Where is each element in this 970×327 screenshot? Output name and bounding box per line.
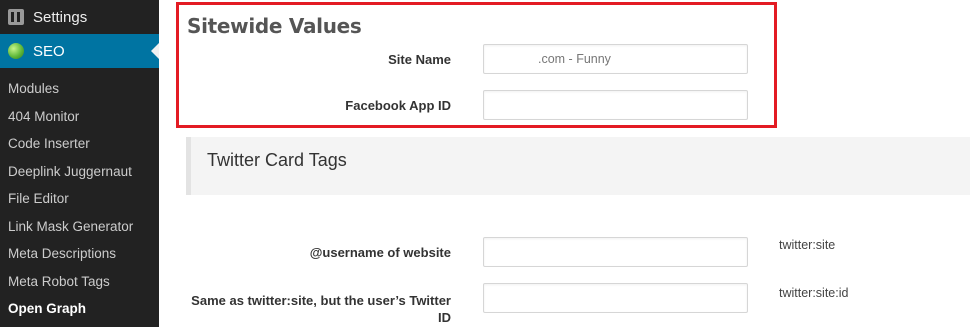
submenu-item-deeplink-juggernaut[interactable]: Deeplink Juggernaut: [0, 160, 159, 188]
twitter-username-input[interactable]: [483, 237, 748, 267]
submenu-item-open-graph[interactable]: Open Graph: [0, 297, 159, 325]
twitter-site-hint: twitter:site: [779, 238, 836, 252]
submenu-item-code-inserter[interactable]: Code Inserter: [0, 132, 159, 160]
twitter-user-id-input[interactable]: [483, 283, 748, 313]
submenu-item-404-monitor[interactable]: 404 Monitor: [0, 105, 159, 133]
admin-sidebar: Settings SEO Modules 404 Monitor Code In…: [0, 0, 159, 327]
site-name-label: Site Name: [388, 52, 451, 67]
facebook-app-id-input[interactable]: [483, 90, 748, 120]
sitewide-values-heading: Sitewide Values: [187, 14, 362, 38]
submenu-item-file-editor[interactable]: File Editor: [0, 187, 159, 215]
settings-icon: [8, 9, 24, 25]
submenu-item-meta-descriptions[interactable]: Meta Descriptions: [0, 242, 159, 270]
sidebar-item-label: Settings: [33, 8, 88, 26]
facebook-app-id-label: Facebook App ID: [345, 98, 451, 113]
twitter-site-id-hint: twitter:site:id: [779, 286, 849, 300]
submenu-item-meta-robot-tags[interactable]: Meta Robot Tags: [0, 270, 159, 298]
twitter-card-tags-heading: Twitter Card Tags: [207, 150, 347, 170]
twitter-user-id-label: Same as twitter:site, but the user’s Twi…: [191, 293, 451, 325]
seo-icon: [8, 43, 24, 59]
twitter-username-label: @username of website: [309, 245, 451, 260]
sidebar-item-settings[interactable]: Settings: [0, 2, 159, 32]
seo-submenu: Modules 404 Monitor Code Inserter Deepli…: [0, 77, 159, 325]
site-name-input[interactable]: [483, 44, 748, 74]
sidebar-item-seo[interactable]: SEO: [0, 34, 159, 68]
sidebar-item-label: SEO: [33, 42, 65, 60]
submenu-item-link-mask-generator[interactable]: Link Mask Generator: [0, 215, 159, 243]
submenu-item-modules[interactable]: Modules: [0, 77, 159, 105]
